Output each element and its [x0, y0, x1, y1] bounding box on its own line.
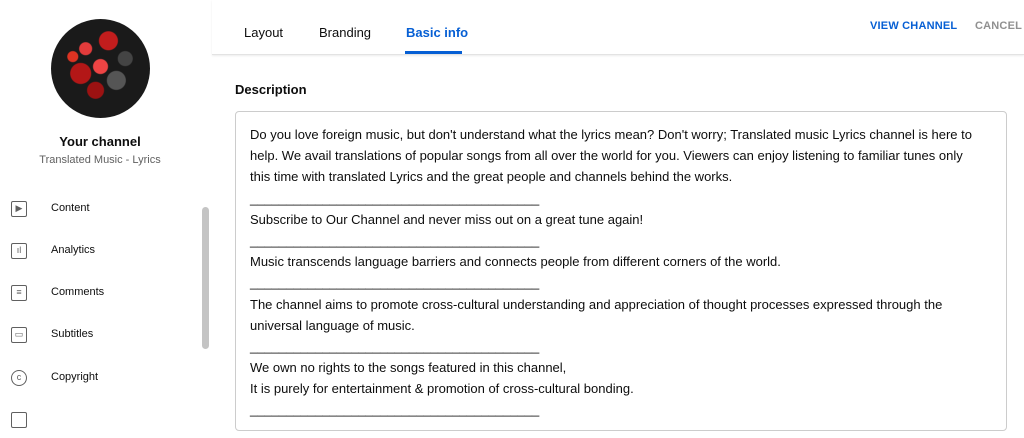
cancel-button[interactable]: CANCEL	[975, 20, 1022, 32]
sidebar-item-content[interactable]: ▶ Content	[0, 193, 200, 227]
description-textarea[interactable]: Do you love foreign music, but don't und…	[235, 111, 1007, 431]
description-line: universal language of music.	[250, 317, 415, 333]
description-line: We own no rights to the songs featured i…	[250, 360, 567, 376]
sidebar-item-comments[interactable]: ≡ Comments	[0, 277, 200, 311]
sidebar: Your channel Translated Music - Lyrics ▶…	[0, 0, 212, 428]
analytics-icon: ıl	[11, 243, 27, 259]
sidebar-item-label: Copyright	[51, 371, 99, 383]
header: Layout Branding Basic info VIEW CHANNEL …	[212, 0, 1024, 55]
description-line: ________________________________________	[250, 275, 540, 291]
description-line: this time with translated Lyrics and the…	[250, 169, 733, 185]
description-line: ________________________________________	[250, 232, 540, 248]
sidebar-item-label: Comments	[51, 286, 105, 298]
tab-basic-info[interactable]: Basic info	[406, 25, 468, 40]
sidebar-item-label: Subtitles	[51, 328, 94, 340]
sidebar-item-label: Analytics	[51, 244, 96, 256]
description-line: Subscribe to Our Channel and never miss …	[250, 211, 644, 227]
comments-icon: ≡	[11, 285, 27, 301]
description-line: Music transcends language barriers and c…	[250, 254, 781, 270]
sidebar-item-label: Content	[51, 202, 90, 214]
copyright-icon: c	[11, 370, 27, 386]
sidebar-item-analytics[interactable]: ıl Analytics	[0, 235, 200, 269]
description-heading: Description	[235, 82, 307, 97]
description-line: The channel aims to promote cross-cultur…	[250, 296, 943, 312]
subtitles-icon: ▭	[11, 327, 27, 343]
tab-branding[interactable]: Branding	[319, 25, 371, 40]
content-icon: ▶	[11, 201, 27, 217]
sidebar-scrollbar[interactable]	[202, 207, 209, 349]
description-line: ________________________________________	[250, 190, 540, 206]
channel-avatar[interactable]	[51, 19, 150, 118]
tab-layout[interactable]: Layout	[244, 25, 283, 40]
sidebar-item-partial[interactable]	[0, 404, 200, 438]
partial-icon	[11, 412, 27, 428]
sidebar-item-subtitles[interactable]: ▭ Subtitles	[0, 319, 200, 353]
description-line: ________________________________________	[250, 402, 540, 418]
description-line: Do you love foreign music, but don't und…	[250, 127, 972, 142]
description-line: ________________________________________	[250, 338, 540, 354]
description-line: It is purely for entertainment & promoti…	[250, 381, 634, 397]
view-channel-button[interactable]: VIEW CHANNEL	[870, 20, 957, 32]
channel-name: Translated Music - Lyrics	[39, 154, 161, 166]
description-text[interactable]: Do you love foreign music, but don't und…	[250, 124, 995, 421]
description-line: help. We avail translations of popular s…	[250, 148, 963, 164]
channel-title[interactable]: Your channel	[0, 134, 200, 149]
active-tab-indicator	[405, 51, 462, 54]
sidebar-item-copyright[interactable]: c Copyright	[0, 362, 200, 396]
